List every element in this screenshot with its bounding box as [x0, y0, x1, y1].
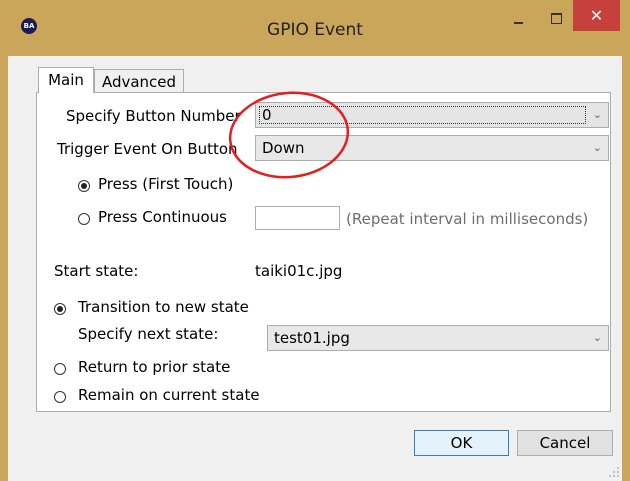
chevron-down-icon: ⌄	[592, 141, 602, 154]
resize-grip-icon[interactable]	[608, 466, 620, 478]
transition-label[interactable]: Transition to new state	[78, 298, 249, 316]
press-first-touch-label[interactable]: Press (First Touch)	[98, 175, 233, 193]
start-state-value: taiki01c.jpg	[255, 262, 343, 280]
next-state-value: test01.jpg	[274, 329, 350, 347]
repeat-interval-hint: (Repeat interval in milliseconds)	[346, 210, 589, 228]
close-icon: ✕	[589, 6, 604, 25]
return-prior-label[interactable]: Return to prior state	[78, 358, 230, 376]
chevron-down-icon: ⌄	[592, 108, 602, 121]
window-title: GPIO Event	[267, 20, 363, 40]
transition-radio[interactable]	[54, 303, 66, 315]
remain-current-radio[interactable]	[54, 391, 66, 403]
return-prior-radio[interactable]	[54, 363, 66, 375]
press-first-touch-radio[interactable]	[78, 180, 90, 192]
button-number-select[interactable]: 0 ⌄	[255, 102, 609, 128]
tab-advanced[interactable]: Advanced	[94, 69, 184, 93]
trigger-event-select[interactable]: Down ⌄	[255, 135, 609, 161]
ok-button[interactable]: OK	[414, 430, 509, 456]
focus-rectangle	[259, 106, 586, 124]
button-number-label: Specify Button Number	[66, 107, 241, 125]
close-button[interactable]: ✕	[573, 0, 620, 31]
start-state-label: Start state:	[54, 262, 139, 280]
next-state-label: Specify next state:	[78, 325, 219, 343]
window-frame-right	[622, 56, 630, 481]
press-continuous-radio[interactable]	[78, 213, 90, 225]
remain-current-label[interactable]: Remain on current state	[78, 386, 260, 404]
maximize-button[interactable]	[542, 8, 572, 30]
chevron-down-icon: ⌄	[592, 331, 602, 344]
repeat-interval-input[interactable]	[255, 206, 340, 230]
minimize-button[interactable]	[504, 8, 534, 30]
press-continuous-label[interactable]: Press Continuous	[98, 208, 227, 226]
trigger-event-value: Down	[262, 139, 305, 157]
next-state-select[interactable]: test01.jpg ⌄	[267, 325, 609, 351]
cancel-button[interactable]: Cancel	[517, 430, 613, 456]
tab-main[interactable]: Main	[38, 67, 94, 93]
title-bar: BA GPIO Event ✕	[0, 0, 630, 56]
gpio-event-window: BA GPIO Event ✕ Advanced Main Specify Bu…	[0, 0, 630, 481]
window-frame-left	[0, 56, 8, 481]
trigger-event-label: Trigger Event On Button	[57, 140, 238, 158]
